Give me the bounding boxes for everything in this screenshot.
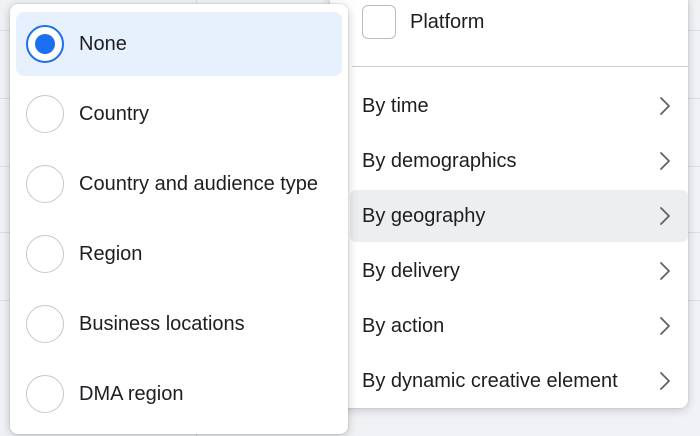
radio-option-label: Country [79, 103, 150, 125]
radio-option-none[interactable]: None [16, 12, 342, 76]
breakdown-item-label: By dynamic creative element [362, 370, 618, 392]
breakdown-item-by-dynamic-creative-element[interactable]: By dynamic creative element [350, 355, 688, 407]
breakdown-item-label: By time [362, 95, 429, 117]
radio-option-label: DMA region [79, 383, 184, 405]
radio-dot [35, 34, 55, 54]
breakdown-item-label: By geography [362, 205, 486, 227]
breakdown-item-by-demographics[interactable]: By demographics [350, 135, 688, 187]
radio-option-country[interactable]: Country [16, 82, 342, 146]
breakdown-item-by-action[interactable]: By action [350, 300, 688, 352]
radio-button[interactable] [26, 305, 64, 343]
menu-divider [352, 66, 688, 67]
radio-option-label: Country and audience type [79, 173, 319, 195]
radio-option-region[interactable]: Region [16, 222, 342, 286]
chevron-right-icon [660, 262, 670, 280]
breakdown-item-label: By delivery [362, 260, 460, 282]
breakdown-item-by-time[interactable]: By time [350, 80, 688, 132]
breakdown-item-label: By demographics [362, 150, 517, 172]
radio-option-business-locations[interactable]: Business locations [16, 292, 342, 356]
breakdown-item-by-geography[interactable]: By geography [350, 190, 688, 242]
chevron-right-icon [660, 317, 670, 335]
chevron-right-icon [660, 152, 670, 170]
breakdown-menu: Platform By time By demographics By geog… [330, 0, 688, 408]
platform-label: Platform [410, 11, 485, 33]
chevron-right-icon [660, 207, 670, 225]
breakdown-item-label: By action [362, 315, 445, 337]
radio-option-label: Region [79, 243, 143, 265]
radio-button[interactable] [26, 95, 64, 133]
chevron-right-icon [660, 372, 670, 390]
platform-option[interactable]: Platform [330, 0, 688, 66]
geography-submenu: None Country Country and audience type R… [10, 4, 348, 434]
radio-button[interactable] [26, 165, 64, 203]
radio-button-checked[interactable] [26, 25, 64, 63]
radio-option-dma-region[interactable]: DMA region [16, 362, 342, 426]
radio-option-label: None [79, 33, 127, 55]
breakdown-item-by-delivery[interactable]: By delivery [350, 245, 688, 297]
radio-button[interactable] [26, 235, 64, 273]
platform-checkbox[interactable] [362, 5, 396, 39]
radio-option-label: Business locations [79, 313, 245, 335]
radio-button[interactable] [26, 375, 64, 413]
chevron-right-icon [660, 97, 670, 115]
radio-option-country-and-audience-type[interactable]: Country and audience type [16, 152, 342, 216]
